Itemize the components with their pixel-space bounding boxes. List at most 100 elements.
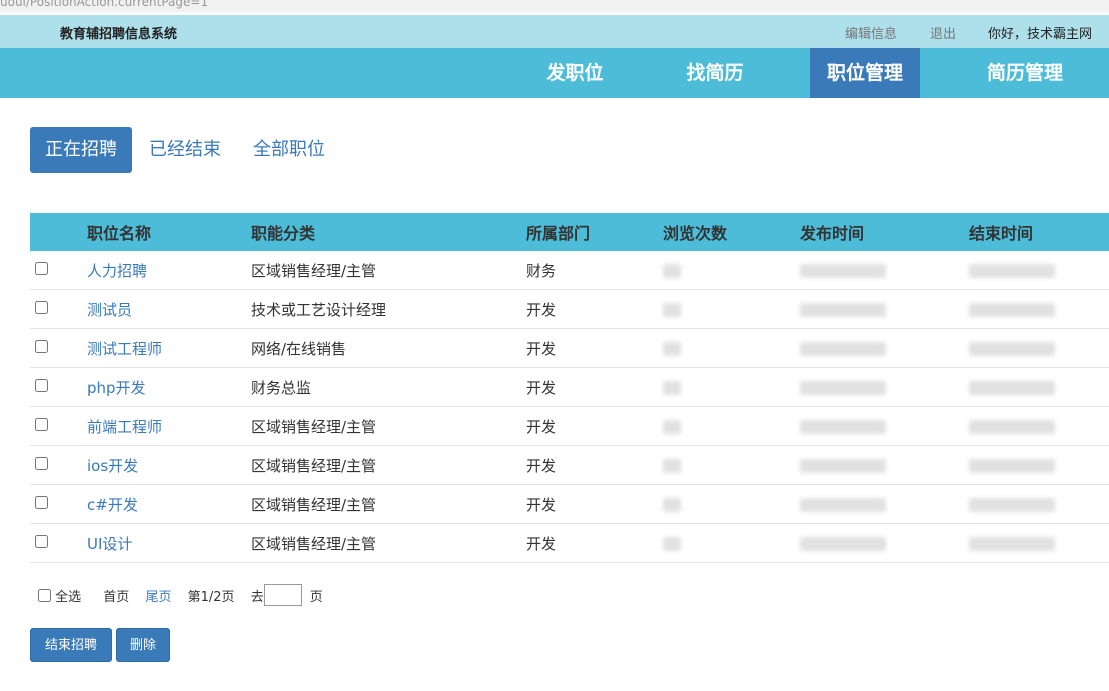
end-time-cell <box>969 289 1109 329</box>
delete-button[interactable]: 删除 <box>116 628 170 662</box>
row-checkbox-cell <box>30 251 87 290</box>
publish-time-cell <box>800 523 969 563</box>
job-department-cell: 开发 <box>526 367 663 407</box>
redacted-value <box>800 302 886 317</box>
job-name-link[interactable]: 前端工程师 <box>87 418 162 436</box>
end-time-cell <box>969 523 1109 563</box>
job-name-link[interactable]: UI设计 <box>87 535 132 553</box>
job-category-cell: 区域销售经理/主管 <box>251 484 526 524</box>
job-category-cell: 网络/在线销售 <box>251 328 526 368</box>
job-department-cell: 开发 <box>526 406 663 446</box>
header-end-time: 结束时间 <box>969 213 1109 251</box>
table-row: 测试工程师 网络/在线销售 开发 <box>30 328 1109 368</box>
views-cell <box>663 328 800 368</box>
browser-url-bar[interactable]: uoui/PositionAction.currentPage=1 <box>0 0 1109 12</box>
redacted-value <box>663 380 681 395</box>
goto-page-input[interactable] <box>263 584 302 606</box>
page-info: 第1/2页 <box>187 589 235 605</box>
job-name-link[interactable]: c#开发 <box>87 496 138 514</box>
app-title: 教育辅招聘信息系统 <box>60 27 178 42</box>
row-checkbox[interactable] <box>35 496 48 509</box>
top-bar: 教育辅招聘信息系统 编辑信息 退出 你好，技术霸主网 <box>0 15 1109 48</box>
publish-time-cell <box>800 445 969 485</box>
logout-link[interactable]: 退出 <box>930 23 956 42</box>
header-checkbox-col <box>30 213 87 251</box>
redacted-value <box>969 419 1055 434</box>
last-page-link[interactable]: 尾页 <box>145 590 171 605</box>
row-checkbox-cell <box>30 328 87 368</box>
goto-label: 去 <box>250 589 264 605</box>
first-page-link[interactable]: 首页 <box>103 590 129 605</box>
row-checkbox[interactable] <box>35 379 48 392</box>
job-department-cell: 开发 <box>526 328 663 368</box>
job-table: 职位名称 职能分类 所属部门 浏览次数 发布时间 结束时间 人力招聘 区域销售经理… <box>30 213 1109 563</box>
views-cell <box>663 523 800 563</box>
row-checkbox-cell <box>30 445 87 485</box>
nav-find-resume[interactable]: 找简历 <box>650 48 780 98</box>
job-name-cell: ios开发 <box>87 445 251 485</box>
job-name-link[interactable]: 测试工程师 <box>87 340 162 358</box>
redacted-value <box>969 458 1055 473</box>
job-department-cell: 财务 <box>526 251 663 290</box>
row-checkbox[interactable] <box>35 301 48 314</box>
table-row: 人力招聘 区域销售经理/主管 财务 <box>30 251 1109 290</box>
row-checkbox-cell <box>30 406 87 446</box>
row-checkbox[interactable] <box>35 457 48 470</box>
job-category-cell: 区域销售经理/主管 <box>251 523 526 563</box>
job-name-cell: c#开发 <box>87 484 251 524</box>
job-name-cell: 人力招聘 <box>87 251 251 290</box>
redacted-value <box>663 419 681 434</box>
job-name-cell: php开发 <box>87 367 251 407</box>
redacted-value <box>663 536 681 551</box>
row-checkbox[interactable] <box>35 262 48 275</box>
row-checkbox-cell <box>30 484 87 524</box>
job-department-cell: 开发 <box>526 523 663 563</box>
nav-job-management[interactable]: 职位管理 <box>810 48 920 98</box>
job-name-link[interactable]: ios开发 <box>87 457 138 475</box>
job-name-link[interactable]: php开发 <box>87 379 146 397</box>
table-row: UI设计 区域销售经理/主管 开发 <box>30 523 1109 563</box>
tab-recruiting[interactable]: 正在招聘 <box>30 127 132 173</box>
header-publish-time: 发布时间 <box>800 213 969 251</box>
select-all-checkbox[interactable] <box>38 588 51 602</box>
edit-info-link[interactable]: 编辑信息 <box>845 23 897 42</box>
publish-time-cell <box>800 406 969 446</box>
job-department-cell: 开发 <box>526 445 663 485</box>
end-recruit-button[interactable]: 结束招聘 <box>30 628 112 662</box>
redacted-value <box>663 458 681 473</box>
end-time-cell <box>969 251 1109 290</box>
url-text: uoui/PositionAction.currentPage=1 <box>0 0 209 9</box>
main-nav: 发职位 找简历 职位管理 简历管理 <box>0 48 1109 98</box>
publish-time-cell <box>800 484 969 524</box>
job-name-link[interactable]: 人力招聘 <box>87 262 147 280</box>
publish-time-cell <box>800 328 969 368</box>
end-time-cell <box>969 484 1109 524</box>
select-all[interactable]: 全选 <box>38 588 85 605</box>
publish-time-cell <box>800 367 969 407</box>
job-category-cell: 区域销售经理/主管 <box>251 406 526 446</box>
job-department-cell: 开发 <box>526 289 663 329</box>
nav-resume-management[interactable]: 简历管理 <box>940 48 1109 98</box>
job-category-cell: 财务总监 <box>251 367 526 407</box>
end-time-cell <box>969 445 1109 485</box>
job-department-cell: 开发 <box>526 484 663 524</box>
redacted-value <box>969 536 1055 551</box>
tab-ended[interactable]: 已经结束 <box>149 127 221 173</box>
tab-all-jobs[interactable]: 全部职位 <box>253 127 325 173</box>
redacted-value <box>969 497 1055 512</box>
header-job-name: 职位名称 <box>87 213 251 251</box>
row-checkbox[interactable] <box>35 535 48 548</box>
redacted-value <box>969 341 1055 356</box>
redacted-value <box>800 380 886 395</box>
job-name-link[interactable]: 测试员 <box>87 301 132 319</box>
row-checkbox[interactable] <box>35 418 48 431</box>
redacted-value <box>800 263 886 278</box>
redacted-value <box>800 341 886 356</box>
row-checkbox[interactable] <box>35 340 48 353</box>
nav-post-job[interactable]: 发职位 <box>510 48 640 98</box>
table-row: 前端工程师 区域销售经理/主管 开发 <box>30 406 1109 446</box>
views-cell <box>663 406 800 446</box>
redacted-value <box>800 458 886 473</box>
table-row: ios开发 区域销售经理/主管 开发 <box>30 445 1109 485</box>
table-row: c#开发 区域销售经理/主管 开发 <box>30 484 1109 524</box>
